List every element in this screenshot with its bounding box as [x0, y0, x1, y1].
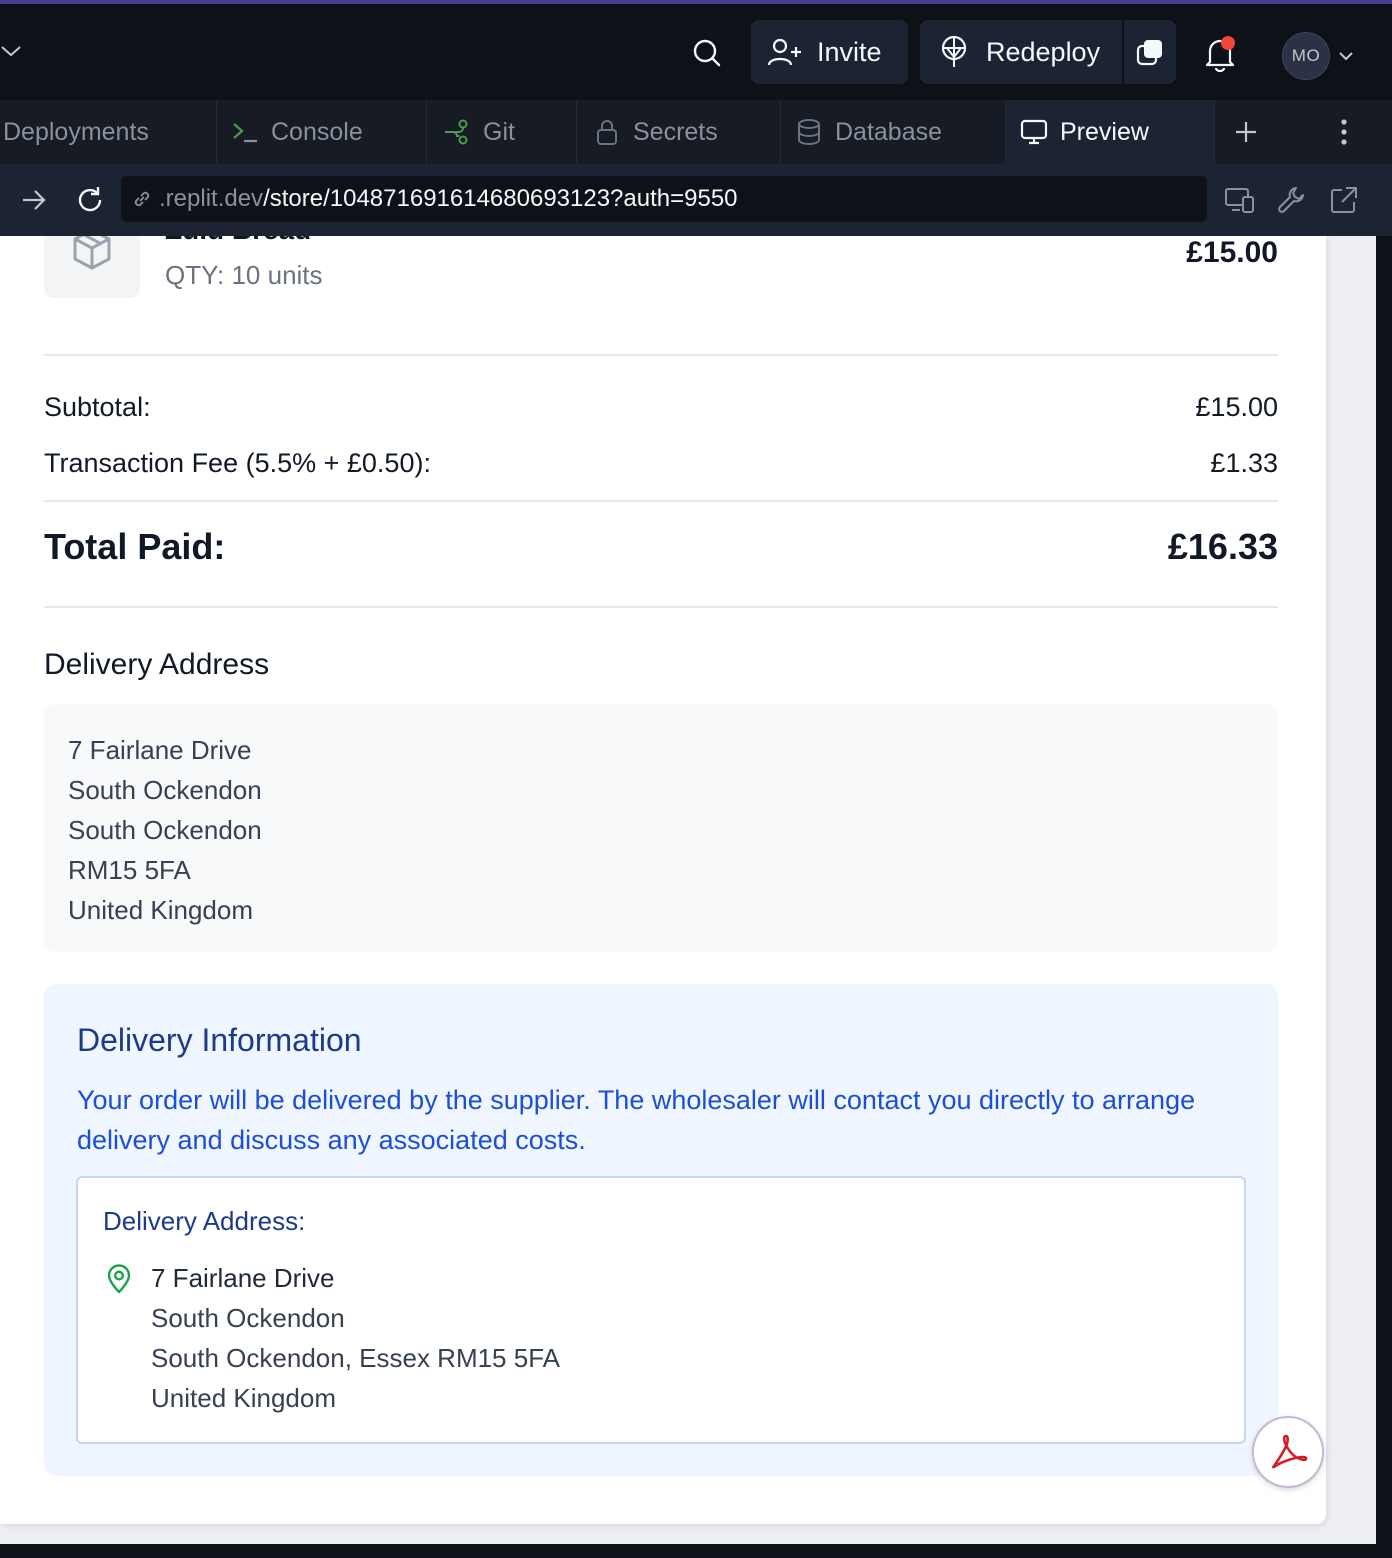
- delivery-information-box: Delivery Information Your order will be …: [44, 984, 1278, 1476]
- fee-value: £1.33: [1210, 448, 1278, 478]
- total-label: Total Paid:: [44, 526, 226, 567]
- invite-button[interactable]: Invite: [751, 20, 908, 84]
- address-line: South Ockendon: [151, 1303, 345, 1333]
- map-pin-icon: [107, 1264, 131, 1294]
- invite-label: Invite: [817, 36, 882, 67]
- tool-tab-strip: Deployments Console Git Secrets Database…: [0, 100, 1392, 164]
- copy-icon: [1136, 40, 1162, 66]
- tab-label: Git: [483, 117, 515, 146]
- tab-label: Preview: [1060, 117, 1149, 146]
- pdf-download-button[interactable]: [1252, 1416, 1324, 1488]
- tab-label: Database: [835, 117, 943, 146]
- git-icon: [445, 119, 468, 145]
- address-line: United Kingdom: [68, 895, 253, 925]
- more-options-icon[interactable]: [1330, 116, 1358, 148]
- address-line: South Ockendon, Essex RM15 5FA: [151, 1343, 560, 1373]
- address-line: RM15 5FA: [68, 855, 191, 885]
- avatar[interactable]: MO: [1282, 32, 1330, 80]
- fee-row: Transaction Fee (5.5% + £0.50): £1.33: [44, 448, 1278, 479]
- tab-database[interactable]: Database: [781, 100, 1006, 164]
- notification-dot: [1221, 36, 1235, 50]
- redeploy-button[interactable]: Redeploy: [920, 20, 1122, 84]
- item-price: £15.00: [1186, 236, 1278, 269]
- url-path: /store/10487169161468069312​3?auth=9550: [263, 185, 738, 212]
- window-edge: [1376, 236, 1392, 1544]
- item-quantity: QTY: 10 units: [165, 260, 323, 290]
- total-row: Total Paid: £16.33: [44, 526, 1278, 568]
- arrow-right-icon[interactable]: [20, 186, 48, 214]
- tab-preview[interactable]: Preview: [1006, 100, 1215, 164]
- deploy-icon: [941, 35, 967, 67]
- address-line: South Ockendon: [68, 815, 262, 845]
- reload-icon[interactable]: [74, 184, 106, 216]
- fee-label: Transaction Fee (5.5% + £0.50):: [44, 448, 431, 478]
- search-button[interactable]: [688, 34, 726, 72]
- lock-icon: [597, 120, 617, 145]
- database-icon: [798, 119, 820, 145]
- add-user-icon: [767, 38, 801, 66]
- divider: [44, 500, 1278, 502]
- wrench-icon[interactable]: [1276, 184, 1308, 216]
- tab-git[interactable]: Git: [427, 100, 577, 164]
- delivery-address-lines: 7 Fairlane Drive South Ockendon South Oc…: [151, 1258, 560, 1418]
- delivery-information-title: Delivery Information: [77, 1022, 362, 1058]
- delivery-address-panel: Delivery Address: 7 Fairlane Drive South…: [76, 1176, 1246, 1444]
- order-confirmation-card: Zulu Bread QTY: 10 units £15.00 Subtotal…: [0, 236, 1326, 1524]
- subtotal-value: £15.00: [1195, 392, 1278, 422]
- tab-label: Deployments: [3, 117, 149, 146]
- preview-frame: Zulu Bread QTY: 10 units £15.00 Subtotal…: [0, 236, 1376, 1544]
- plus-icon[interactable]: [1230, 116, 1262, 148]
- address-line: 7 Fairlane Drive: [68, 735, 252, 765]
- deployment-options-button[interactable]: [1124, 20, 1176, 84]
- product-thumbnail: [44, 236, 140, 298]
- delivery-address-box: 7 Fairlane Drive South Ockendon South Oc…: [44, 704, 1278, 952]
- pdf-icon: [1271, 1434, 1308, 1469]
- chevron-down-icon[interactable]: [0, 40, 22, 62]
- subtotal-label: Subtotal:: [44, 392, 151, 422]
- delivery-address-heading: Delivery Address: [44, 648, 270, 681]
- chevron-down-icon[interactable]: [1336, 46, 1356, 66]
- address-line: 7 Fairlane Drive: [151, 1263, 335, 1293]
- url-host: .replit.dev: [159, 185, 264, 212]
- console-icon: [233, 123, 257, 143]
- link-icon: [134, 191, 150, 207]
- tab-label: Console: [271, 117, 363, 146]
- search-icon: [693, 39, 721, 67]
- workspace-header: Invite Redeploy MO: [0, 4, 1392, 100]
- item-name: Zulu Bread: [165, 236, 311, 246]
- delivery-information-text: Your order will be delivered by the supp…: [77, 1085, 1196, 1155]
- redeploy-label: Redeploy: [986, 36, 1101, 67]
- address-line: United Kingdom: [151, 1383, 336, 1413]
- tab-deployments[interactable]: Deployments: [0, 100, 217, 164]
- url-input[interactable]: .replit.dev/store/10487169161468069312​3…: [121, 176, 1207, 222]
- tab-label: Secrets: [633, 117, 718, 146]
- monitor-icon: [1020, 119, 1048, 145]
- subtotal-row: Subtotal: £15.00: [44, 392, 1278, 423]
- divider: [44, 606, 1278, 608]
- package-icon: [73, 236, 111, 270]
- address-line: South Ockendon: [68, 775, 262, 805]
- total-value: £16.33: [1167, 526, 1278, 567]
- devices-icon[interactable]: [1224, 184, 1256, 216]
- preview-url-bar: .replit.dev/store/10487169161468069312​3…: [0, 164, 1392, 236]
- external-link-icon[interactable]: [1328, 184, 1360, 216]
- delivery-address-panel-title: Delivery Address:: [103, 1206, 306, 1236]
- tab-console[interactable]: Console: [217, 100, 427, 164]
- tab-secrets[interactable]: Secrets: [577, 100, 781, 164]
- divider: [44, 354, 1278, 356]
